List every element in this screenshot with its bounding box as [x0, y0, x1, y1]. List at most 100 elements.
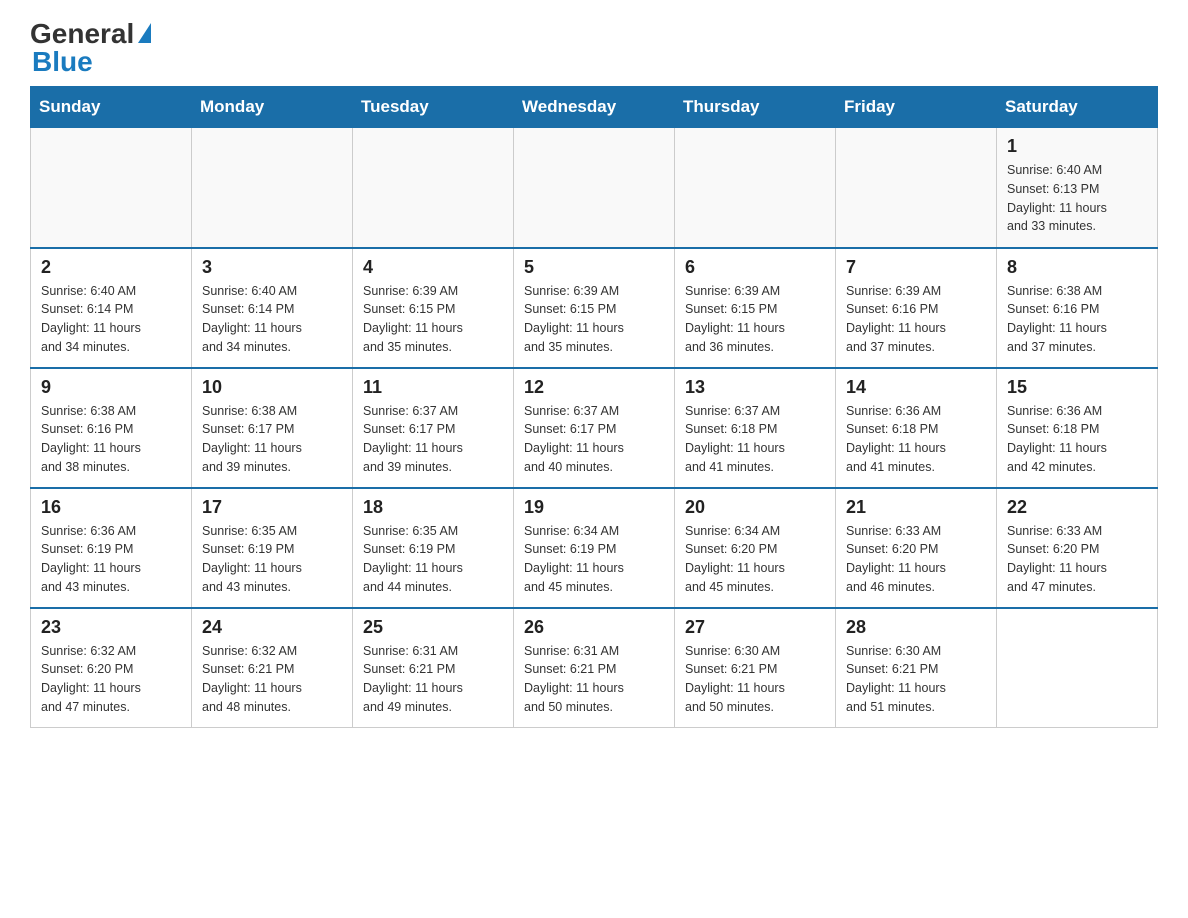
- day-info: Sunrise: 6:33 AM Sunset: 6:20 PM Dayligh…: [1007, 522, 1147, 597]
- calendar-cell: 13 Sunrise: 6:37 AM Sunset: 6:18 PM Dayli…: [675, 368, 836, 488]
- calendar-cell: 7 Sunrise: 6:39 AM Sunset: 6:16 PM Daylig…: [836, 248, 997, 368]
- day-number: 19: [524, 497, 664, 518]
- day-number: 2: [41, 257, 181, 278]
- day-info: Sunrise: 6:40 AM Sunset: 6:13 PM Dayligh…: [1007, 161, 1147, 236]
- calendar-week-1: 1 Sunrise: 6:40 AM Sunset: 6:13 PM Daylig…: [31, 128, 1158, 248]
- day-info: Sunrise: 6:35 AM Sunset: 6:19 PM Dayligh…: [202, 522, 342, 597]
- day-number: 26: [524, 617, 664, 638]
- day-number: 7: [846, 257, 986, 278]
- logo-triangle-icon: [138, 23, 151, 43]
- calendar-cell: 26 Sunrise: 6:31 AM Sunset: 6:21 PM Dayli…: [514, 608, 675, 728]
- calendar-cell: [514, 128, 675, 248]
- column-header-thursday: Thursday: [675, 87, 836, 128]
- calendar-cell: 9 Sunrise: 6:38 AM Sunset: 6:16 PM Daylig…: [31, 368, 192, 488]
- day-number: 18: [363, 497, 503, 518]
- calendar-cell: 15 Sunrise: 6:36 AM Sunset: 6:18 PM Dayli…: [997, 368, 1158, 488]
- day-number: 20: [685, 497, 825, 518]
- page-header: General Blue: [30, 20, 1158, 76]
- day-number: 11: [363, 377, 503, 398]
- day-info: Sunrise: 6:39 AM Sunset: 6:15 PM Dayligh…: [685, 282, 825, 357]
- calendar-cell: 18 Sunrise: 6:35 AM Sunset: 6:19 PM Dayli…: [353, 488, 514, 608]
- day-info: Sunrise: 6:37 AM Sunset: 6:17 PM Dayligh…: [524, 402, 664, 477]
- day-number: 17: [202, 497, 342, 518]
- calendar-table: SundayMondayTuesdayWednesdayThursdayFrid…: [30, 86, 1158, 728]
- calendar-week-2: 2 Sunrise: 6:40 AM Sunset: 6:14 PM Daylig…: [31, 248, 1158, 368]
- day-number: 15: [1007, 377, 1147, 398]
- day-info: Sunrise: 6:36 AM Sunset: 6:18 PM Dayligh…: [846, 402, 986, 477]
- calendar-cell: 21 Sunrise: 6:33 AM Sunset: 6:20 PM Dayli…: [836, 488, 997, 608]
- calendar-cell: 23 Sunrise: 6:32 AM Sunset: 6:20 PM Dayli…: [31, 608, 192, 728]
- calendar-cell: 14 Sunrise: 6:36 AM Sunset: 6:18 PM Dayli…: [836, 368, 997, 488]
- calendar-cell: 8 Sunrise: 6:38 AM Sunset: 6:16 PM Daylig…: [997, 248, 1158, 368]
- calendar-cell: 28 Sunrise: 6:30 AM Sunset: 6:21 PM Dayli…: [836, 608, 997, 728]
- day-number: 1: [1007, 136, 1147, 157]
- column-header-sunday: Sunday: [31, 87, 192, 128]
- day-number: 16: [41, 497, 181, 518]
- day-info: Sunrise: 6:36 AM Sunset: 6:19 PM Dayligh…: [41, 522, 181, 597]
- column-header-saturday: Saturday: [997, 87, 1158, 128]
- day-number: 21: [846, 497, 986, 518]
- day-number: 27: [685, 617, 825, 638]
- calendar-cell: [836, 128, 997, 248]
- day-info: Sunrise: 6:39 AM Sunset: 6:15 PM Dayligh…: [524, 282, 664, 357]
- day-number: 22: [1007, 497, 1147, 518]
- day-info: Sunrise: 6:39 AM Sunset: 6:16 PM Dayligh…: [846, 282, 986, 357]
- day-number: 3: [202, 257, 342, 278]
- logo-blue: Blue: [32, 48, 151, 76]
- logo-general: General: [30, 20, 151, 48]
- day-info: Sunrise: 6:30 AM Sunset: 6:21 PM Dayligh…: [846, 642, 986, 717]
- day-info: Sunrise: 6:33 AM Sunset: 6:20 PM Dayligh…: [846, 522, 986, 597]
- day-number: 4: [363, 257, 503, 278]
- day-info: Sunrise: 6:38 AM Sunset: 6:16 PM Dayligh…: [1007, 282, 1147, 357]
- calendar-cell: 6Sunrise: 6:39 AM Sunset: 6:15 PM Daylig…: [675, 248, 836, 368]
- day-number: 25: [363, 617, 503, 638]
- day-info: Sunrise: 6:34 AM Sunset: 6:20 PM Dayligh…: [685, 522, 825, 597]
- day-number: 10: [202, 377, 342, 398]
- calendar-cell: [997, 608, 1158, 728]
- calendar-cell: [31, 128, 192, 248]
- day-info: Sunrise: 6:40 AM Sunset: 6:14 PM Dayligh…: [41, 282, 181, 357]
- day-info: Sunrise: 6:30 AM Sunset: 6:21 PM Dayligh…: [685, 642, 825, 717]
- day-number: 8: [1007, 257, 1147, 278]
- calendar-cell: 12 Sunrise: 6:37 AM Sunset: 6:17 PM Dayli…: [514, 368, 675, 488]
- day-info: Sunrise: 6:39 AM Sunset: 6:15 PM Dayligh…: [363, 282, 503, 357]
- calendar-cell: 11 Sunrise: 6:37 AM Sunset: 6:17 PM Dayli…: [353, 368, 514, 488]
- calendar-cell: 2 Sunrise: 6:40 AM Sunset: 6:14 PM Daylig…: [31, 248, 192, 368]
- calendar-week-4: 16 Sunrise: 6:36 AM Sunset: 6:19 PM Dayli…: [31, 488, 1158, 608]
- day-info: Sunrise: 6:35 AM Sunset: 6:19 PM Dayligh…: [363, 522, 503, 597]
- day-info: Sunrise: 6:34 AM Sunset: 6:19 PM Dayligh…: [524, 522, 664, 597]
- day-number: 13: [685, 377, 825, 398]
- day-number: 12: [524, 377, 664, 398]
- day-number: 23: [41, 617, 181, 638]
- calendar-cell: [675, 128, 836, 248]
- day-number: 9: [41, 377, 181, 398]
- day-number: 5: [524, 257, 664, 278]
- column-header-wednesday: Wednesday: [514, 87, 675, 128]
- day-info: Sunrise: 6:31 AM Sunset: 6:21 PM Dayligh…: [524, 642, 664, 717]
- column-header-tuesday: Tuesday: [353, 87, 514, 128]
- calendar-cell: 17 Sunrise: 6:35 AM Sunset: 6:19 PM Dayli…: [192, 488, 353, 608]
- calendar-cell: 10 Sunrise: 6:38 AM Sunset: 6:17 PM Dayli…: [192, 368, 353, 488]
- column-header-friday: Friday: [836, 87, 997, 128]
- calendar-cell: 20 Sunrise: 6:34 AM Sunset: 6:20 PM Dayli…: [675, 488, 836, 608]
- day-info: Sunrise: 6:37 AM Sunset: 6:18 PM Dayligh…: [685, 402, 825, 477]
- calendar-cell: 5 Sunrise: 6:39 AM Sunset: 6:15 PM Daylig…: [514, 248, 675, 368]
- column-header-monday: Monday: [192, 87, 353, 128]
- day-info: Sunrise: 6:37 AM Sunset: 6:17 PM Dayligh…: [363, 402, 503, 477]
- day-info: Sunrise: 6:36 AM Sunset: 6:18 PM Dayligh…: [1007, 402, 1147, 477]
- day-number: 14: [846, 377, 986, 398]
- day-info: Sunrise: 6:32 AM Sunset: 6:21 PM Dayligh…: [202, 642, 342, 717]
- calendar-week-5: 23 Sunrise: 6:32 AM Sunset: 6:20 PM Dayli…: [31, 608, 1158, 728]
- calendar-cell: [192, 128, 353, 248]
- day-number: 28: [846, 617, 986, 638]
- calendar-cell: 1 Sunrise: 6:40 AM Sunset: 6:13 PM Daylig…: [997, 128, 1158, 248]
- calendar-cell: 3Sunrise: 6:40 AM Sunset: 6:14 PM Daylig…: [192, 248, 353, 368]
- day-info: Sunrise: 6:32 AM Sunset: 6:20 PM Dayligh…: [41, 642, 181, 717]
- calendar-cell: [353, 128, 514, 248]
- day-info: Sunrise: 6:38 AM Sunset: 6:16 PM Dayligh…: [41, 402, 181, 477]
- calendar-header-row: SundayMondayTuesdayWednesdayThursdayFrid…: [31, 87, 1158, 128]
- calendar-week-3: 9 Sunrise: 6:38 AM Sunset: 6:16 PM Daylig…: [31, 368, 1158, 488]
- calendar-cell: 25Sunrise: 6:31 AM Sunset: 6:21 PM Dayli…: [353, 608, 514, 728]
- day-info: Sunrise: 6:38 AM Sunset: 6:17 PM Dayligh…: [202, 402, 342, 477]
- calendar-cell: 24Sunrise: 6:32 AM Sunset: 6:21 PM Dayli…: [192, 608, 353, 728]
